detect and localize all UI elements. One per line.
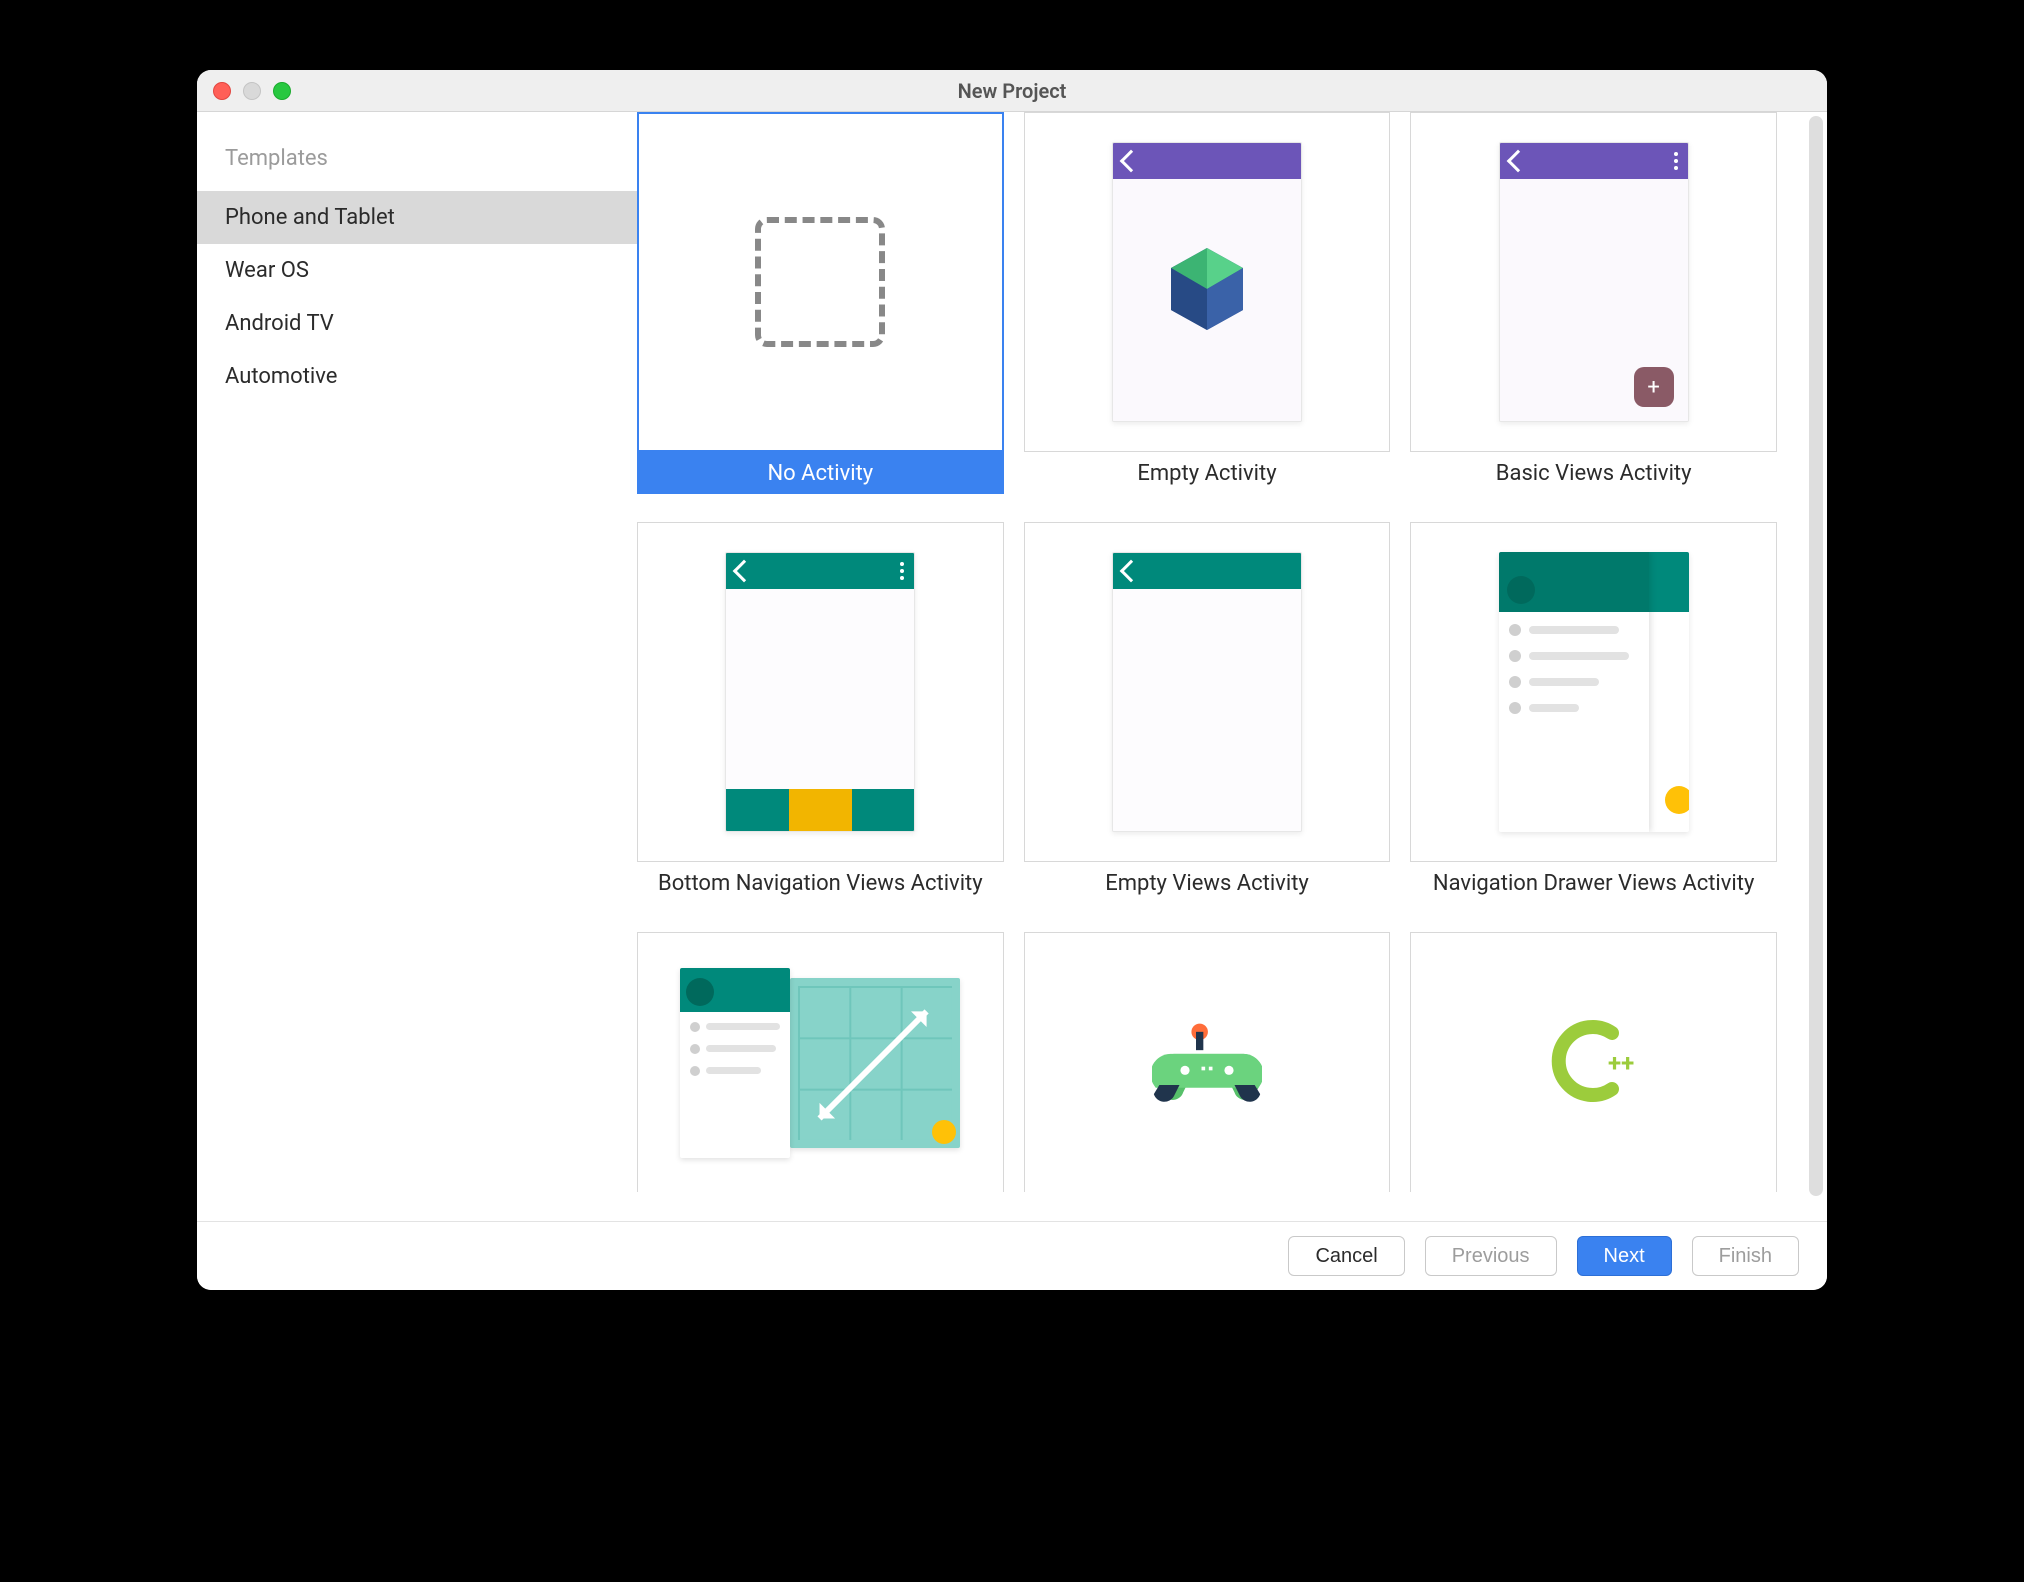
template-thumbnail — [1024, 522, 1391, 862]
template-no-activity[interactable]: No Activity — [637, 112, 1004, 494]
jetpack-compose-icon — [1167, 246, 1247, 336]
template-nav-drawer-views-activity[interactable]: Navigation Drawer Views Activity — [1410, 522, 1777, 904]
close-window-button[interactable] — [213, 82, 231, 100]
template-native-cpp[interactable]: ++ — [1410, 932, 1777, 1192]
appbar-icon — [1649, 552, 1689, 612]
sidebar-item-android-tv[interactable]: Android TV — [197, 297, 637, 350]
template-empty-activity[interactable]: Empty Activity — [1024, 112, 1391, 494]
maximize-window-button[interactable] — [273, 82, 291, 100]
finish-button: Finish — [1692, 1236, 1799, 1276]
bottom-nav-icon — [726, 789, 914, 831]
sidebar-item-wear-os[interactable]: Wear OS — [197, 244, 637, 297]
dialog-footer: Cancel Previous Next Finish — [197, 1222, 1827, 1290]
template-game-activity[interactable] — [1024, 932, 1391, 1192]
sidebar-header: Templates — [197, 140, 637, 191]
dialog-body: Templates Phone and Tablet Wear OS Andro… — [197, 112, 1827, 1222]
template-label: No Activity — [637, 452, 1004, 494]
back-arrow-icon — [1506, 150, 1529, 173]
titlebar: New Project — [197, 70, 1827, 112]
back-arrow-icon — [1120, 150, 1143, 173]
new-project-window: New Project Templates Phone and Tablet W… — [197, 70, 1827, 1290]
back-arrow-icon — [733, 560, 756, 583]
template-responsive-views-activity[interactable] — [637, 932, 1004, 1192]
templates-sidebar: Templates Phone and Tablet Wear OS Andro… — [197, 112, 637, 1221]
template-gallery: No Activity — [637, 112, 1827, 1221]
appbar-icon — [1500, 143, 1688, 179]
template-empty-views-activity[interactable]: Empty Views Activity — [1024, 522, 1391, 904]
template-label: Empty Activity — [1137, 452, 1276, 494]
scrollbar[interactable] — [1809, 116, 1823, 1196]
appbar-icon — [726, 553, 914, 589]
template-thumbnail — [1410, 522, 1777, 862]
template-label: Basic Views Activity — [1496, 452, 1692, 494]
responsive-layout-icon — [680, 968, 960, 1158]
game-controller-icon — [1152, 1023, 1262, 1103]
minimize-window-button[interactable] — [243, 82, 261, 100]
sidebar-item-label: Android TV — [225, 311, 334, 336]
template-thumbnail: ++ — [1410, 932, 1777, 1192]
template-thumbnail — [637, 522, 1004, 862]
sidebar-item-phone-tablet[interactable]: Phone and Tablet — [197, 191, 637, 244]
next-button[interactable]: Next — [1577, 1236, 1672, 1276]
appbar-icon — [1113, 553, 1301, 589]
sidebar-item-label: Wear OS — [225, 258, 309, 283]
template-label: Navigation Drawer Views Activity — [1433, 862, 1754, 904]
drawer-icon — [1499, 552, 1649, 832]
template-thumbnail — [637, 112, 1004, 452]
window-controls — [213, 82, 291, 100]
template-thumbnail — [637, 932, 1004, 1192]
template-thumbnail — [1024, 112, 1391, 452]
sidebar-item-label: Automotive — [225, 364, 337, 389]
fab-icon — [1665, 786, 1689, 814]
template-label: Bottom Navigation Views Activity — [658, 862, 983, 904]
back-arrow-icon — [1120, 560, 1143, 583]
template-thumbnail — [1024, 932, 1391, 1192]
template-label: Empty Views Activity — [1105, 862, 1309, 904]
cancel-button[interactable]: Cancel — [1288, 1236, 1404, 1276]
more-vert-icon — [900, 562, 904, 580]
previous-button: Previous — [1425, 1236, 1557, 1276]
appbar-icon — [1113, 143, 1301, 179]
sidebar-item-label: Phone and Tablet — [225, 205, 395, 230]
template-basic-views-activity[interactable]: + Basic Views Activity — [1410, 112, 1777, 494]
cpp-icon: ++ — [1544, 1013, 1644, 1113]
window-title: New Project — [197, 79, 1827, 103]
more-vert-icon — [1674, 152, 1678, 170]
dashed-placeholder-icon — [755, 217, 885, 347]
template-thumbnail: + — [1410, 112, 1777, 452]
template-bottom-nav-views-activity[interactable]: Bottom Navigation Views Activity — [637, 522, 1004, 904]
fab-add-icon: + — [1634, 367, 1674, 407]
svg-text:++: ++ — [1608, 1049, 1634, 1077]
sidebar-item-automotive[interactable]: Automotive — [197, 350, 637, 403]
